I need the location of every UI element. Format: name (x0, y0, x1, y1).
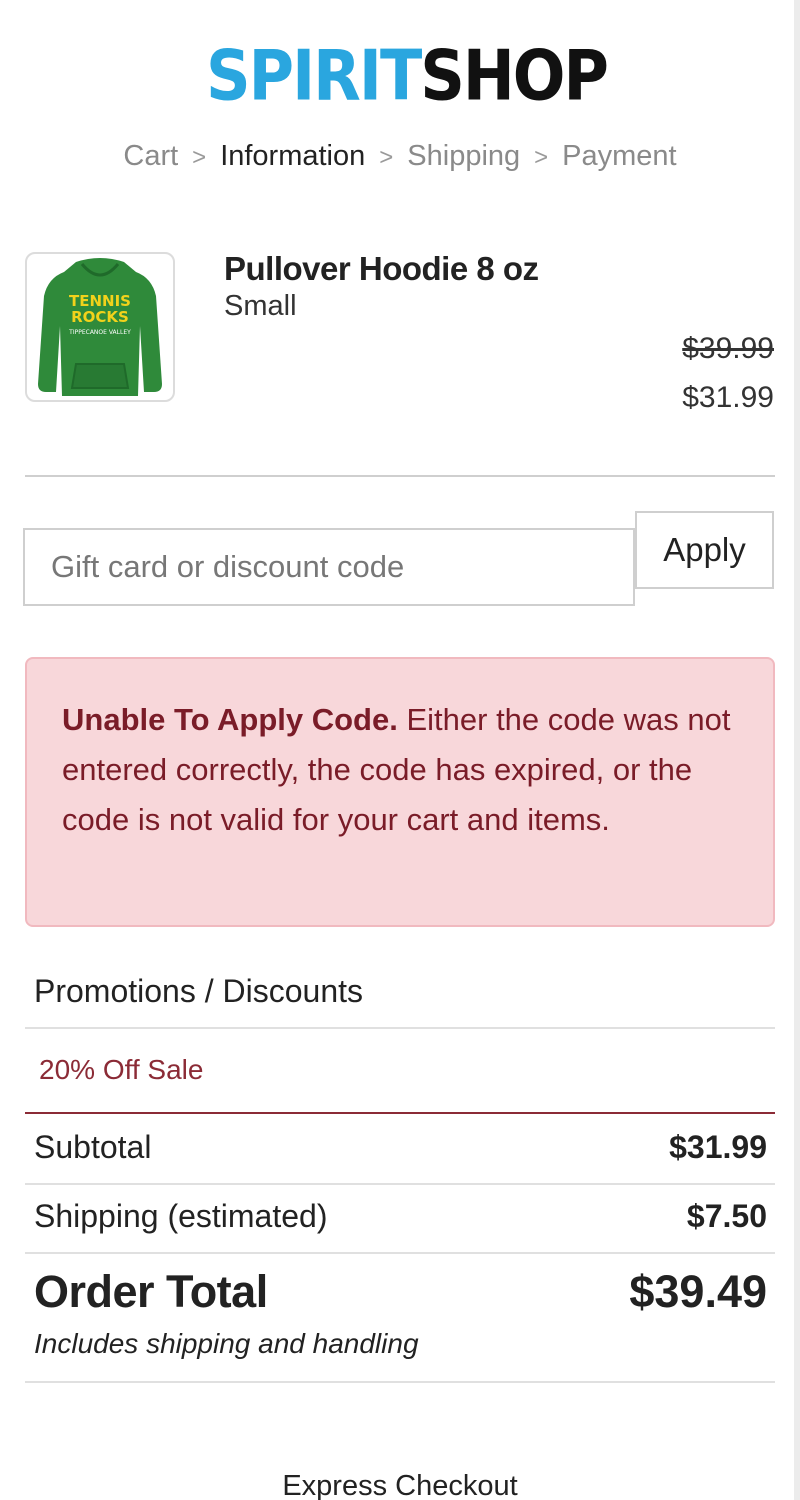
hoodie-print-line3: TIPPECANOE VALLEY (68, 329, 131, 336)
product-sale-price: $31.99 (682, 381, 774, 414)
order-total-note: Includes shipping and handling (34, 1328, 419, 1359)
subtotal-label: Subtotal (34, 1129, 152, 1165)
divider (25, 1381, 775, 1383)
product-original-price: $39.99 (682, 332, 774, 365)
breadcrumb-shipping: Shipping (407, 140, 521, 172)
divider (25, 475, 775, 477)
subtotal-value: $31.99 (669, 1129, 767, 1165)
promotions-heading: Promotions / Discounts (34, 973, 364, 1009)
breadcrumb-payment: Payment (562, 140, 677, 172)
breadcrumb-separator: > (379, 144, 394, 171)
divider (25, 1027, 775, 1029)
order-total-value: $39.49 (629, 1266, 767, 1317)
hoodie-print-line2: ROCKS (71, 308, 129, 326)
breadcrumb-information: Information (220, 140, 366, 172)
checkout-page: SPIRITSHOP Cart > Information > Shipping > Pay… (0, 0, 800, 1500)
spiritshop-logo[interactable]: SPIRITSHOP (200, 34, 609, 118)
breadcrumb-separator: > (192, 144, 207, 171)
promotion-item: 20% Off Sale (39, 1054, 204, 1085)
logo-shop-text: SHOP (420, 34, 609, 117)
green-hoodie-image: TENNIS ROCKS TIPPECANOE VALLEY (38, 258, 162, 396)
breadcrumb-cart[interactable]: Cart (123, 140, 178, 172)
divider (25, 1183, 775, 1185)
promotions-divider (25, 1112, 775, 1114)
product-thumbnail: TENNIS ROCKS TIPPECANOE VALLEY (25, 252, 175, 402)
product-title: Pullover Hoodie 8 oz (224, 250, 539, 287)
express-checkout-heading: Express Checkout (282, 1470, 518, 1500)
order-total-label: Order Total (34, 1266, 268, 1317)
discount-error-alert: Unable To Apply Code. Either the code wa… (25, 657, 775, 927)
product-variant: Small (224, 290, 297, 322)
scrollbar[interactable] (794, 0, 800, 1500)
apply-button[interactable]: Apply (635, 511, 774, 589)
logo-wordmark: SPIRITSHOP (206, 41, 609, 110)
breadcrumb-separator: > (534, 144, 549, 171)
checkout-breadcrumb: Cart > Information > Shipping > Payment (0, 140, 800, 173)
error-title: Unable To Apply Code. (62, 702, 398, 737)
discount-code-input[interactable] (23, 528, 635, 606)
shipping-label: Shipping (estimated) (34, 1198, 328, 1234)
divider (25, 1252, 775, 1254)
logo-spirit-text: SPIRIT (206, 34, 422, 117)
shipping-value: $7.50 (686, 1198, 767, 1234)
